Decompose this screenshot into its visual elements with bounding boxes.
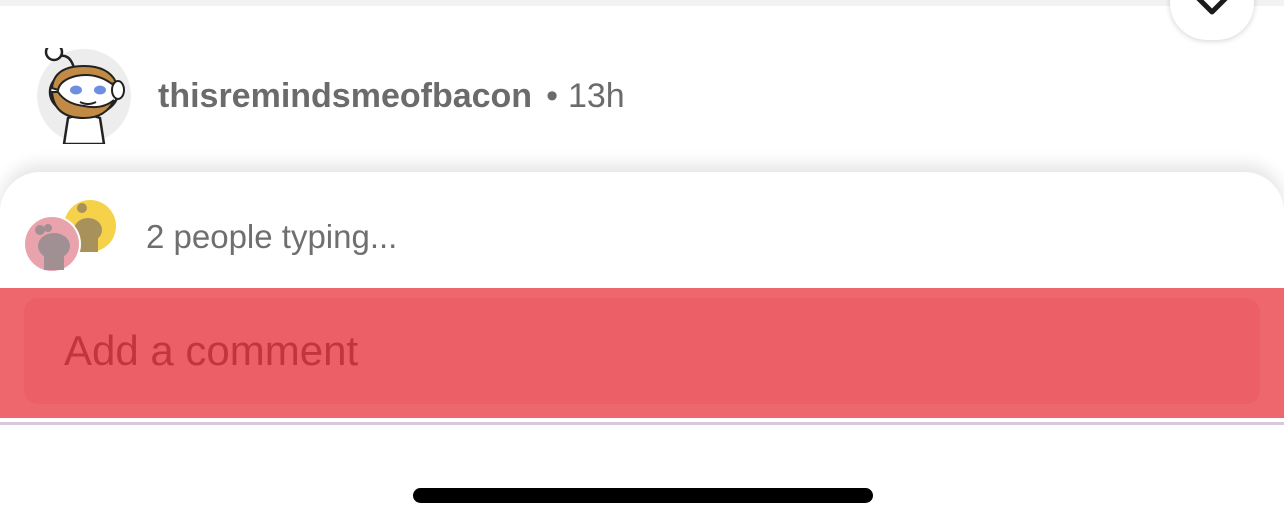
- comment-input[interactable]: [24, 298, 1260, 404]
- typing-indicator: 2 people typing...: [0, 172, 1284, 288]
- typing-avatars: [23, 200, 124, 276]
- comment-timestamp: 13h: [567, 77, 625, 115]
- author-username[interactable]: thisremindsmeofbacon: [158, 77, 532, 115]
- typing-status-text: 2 people typing...: [146, 218, 398, 255]
- author-avatar[interactable]: [36, 42, 132, 146]
- comment-meta: thisremindsmeofbacon • 13h: [158, 76, 625, 116]
- screen: thisremindsmeofbacon • 13h 2 people typi…: [0, 0, 1284, 527]
- meta-separator: •: [546, 77, 558, 115]
- comment-input-bar: [0, 288, 1284, 418]
- comment-header: thisremindsmeofbacon • 13h: [0, 6, 1284, 176]
- snoo-avatar-icon: [23, 200, 116, 273]
- snoo-avatar-icon: [37, 42, 131, 146]
- home-indicator[interactable]: [413, 488, 873, 503]
- composer-divider: [0, 422, 1284, 425]
- comment-composer-sheet: 2 people typing...: [0, 172, 1284, 527]
